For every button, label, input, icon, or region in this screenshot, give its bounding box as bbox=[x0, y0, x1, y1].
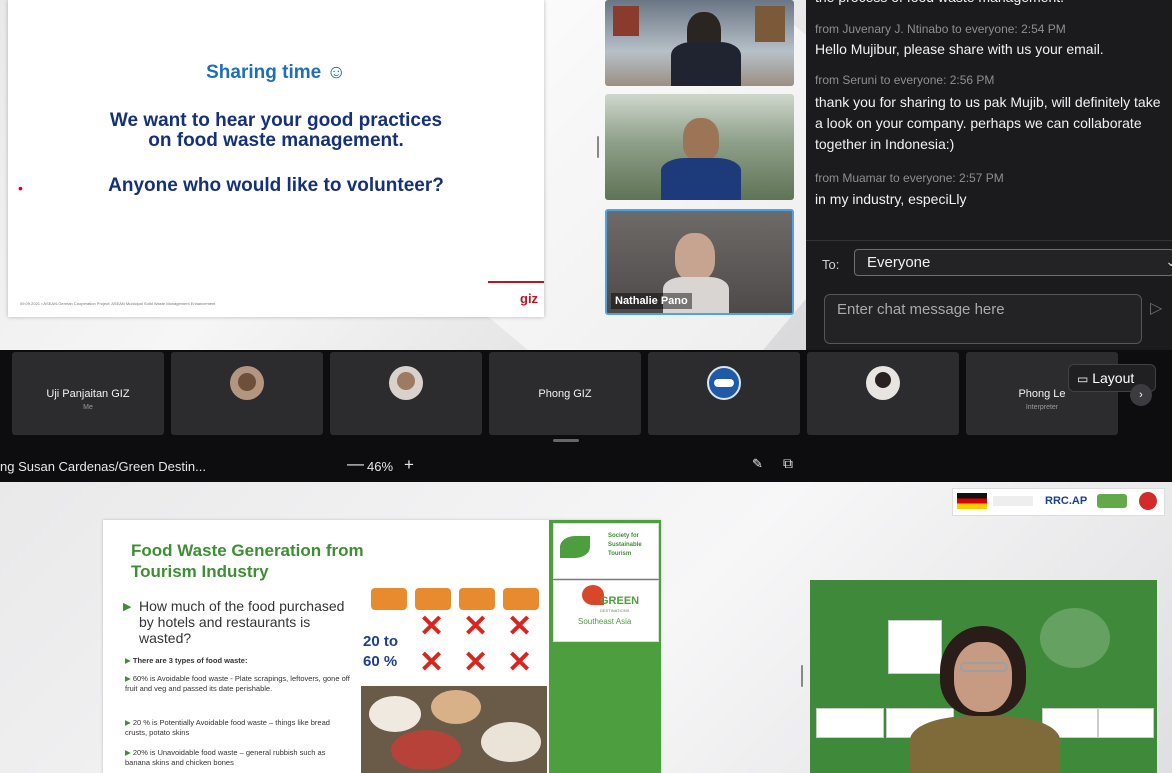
cross-icon: ✕ bbox=[463, 610, 489, 643]
chat-message-3: in my industry, especiLly bbox=[815, 191, 967, 207]
chat-message-partial: the process of food waste management. bbox=[815, 0, 1165, 8]
cross-icon: ✕ bbox=[463, 646, 489, 679]
slide-footer: 09.09.2021 • ASEAN-German Cooperation Pr… bbox=[20, 301, 216, 306]
participant-body bbox=[671, 42, 741, 86]
cross-icon: ✕ bbox=[419, 610, 445, 643]
cross-icon: ✕ bbox=[507, 646, 533, 679]
screen-options-icon[interactable]: ⧉ bbox=[783, 455, 793, 472]
green-destinations-logo: GREEN DESTINATIONS Southeast Asia bbox=[553, 580, 659, 642]
presenter-name: ng Susan Cardenas/Green Destin... bbox=[0, 459, 206, 474]
pct-line1: 20 to bbox=[363, 633, 399, 650]
video-tile-2[interactable] bbox=[605, 94, 794, 200]
slide-bullet-1: ▶ There are 3 types of food waste: bbox=[125, 656, 248, 665]
shared-slide-food-waste: Food Waste Generation from Tourism Indus… bbox=[103, 520, 661, 773]
shared-slide-sharing-time: Sharing time ☺ We want to hear your good… bbox=[8, 0, 544, 317]
participant-head bbox=[675, 233, 715, 281]
bullet-triangle-icon: ▶ bbox=[123, 601, 132, 613]
asean-logo bbox=[1139, 492, 1157, 510]
video-tile-1[interactable] bbox=[605, 0, 794, 86]
chat-meta-2: from Seruni to everyone: 2:56 PM bbox=[815, 73, 995, 87]
slide-bullet-3: ▶ 20 % is Potentially Avoidable food was… bbox=[125, 718, 330, 737]
chat-recipient-value: Everyone bbox=[867, 254, 931, 271]
chat-message-input[interactable]: Enter chat message here bbox=[824, 294, 1142, 344]
panel-splitter-bottom[interactable] bbox=[801, 665, 803, 687]
chat-message-1: Hello Mujibur, please share with us your… bbox=[815, 41, 1104, 57]
slide-text-line1: We want to hear your good practices bbox=[109, 110, 443, 131]
bullet-dot: • bbox=[18, 180, 23, 196]
logo-poster bbox=[816, 708, 884, 738]
chat-recipient-select[interactable]: Everyone ⌄ bbox=[854, 249, 1172, 276]
slide-bullet-4: ▶ 20% is Unavoidable food waste – genera… bbox=[125, 748, 326, 767]
participant-avatar bbox=[389, 366, 423, 400]
slide-bullet-2: ▶ 60% is Avoidable food waste - Plate sc… bbox=[125, 674, 350, 693]
waste-percentage: 20 to 60 % bbox=[363, 632, 398, 672]
participant-tile-2[interactable] bbox=[171, 352, 323, 435]
zoom-out-button[interactable]: — bbox=[347, 454, 364, 474]
presenter-video[interactable] bbox=[810, 580, 1157, 773]
slide-text-line2: on food waste management. bbox=[148, 130, 404, 151]
chat-panel: the process of food waste management. fr… bbox=[806, 0, 1172, 350]
participant-tile-1[interactable]: Uji Panjaitan GIZ Me bbox=[12, 352, 164, 435]
slide-question: How much of the food purchased by hotels… bbox=[139, 598, 345, 646]
logo-poster bbox=[888, 620, 942, 674]
chat-meta-1: from Juvenary J. Ntinabo to everyone: 2:… bbox=[815, 22, 1066, 36]
layout-icon: ▭ bbox=[1077, 372, 1089, 386]
zoom-in-button[interactable]: + bbox=[404, 455, 414, 475]
video-tile-3[interactable]: Nathalie Pano bbox=[605, 209, 794, 315]
chat-meta-3: from Muamar to everyone: 2:57 PM bbox=[815, 171, 1004, 185]
chevron-down-icon: ⌄ bbox=[1165, 253, 1172, 269]
presenter-face bbox=[954, 642, 1012, 712]
glasses-icon bbox=[960, 662, 1008, 672]
video-name-label: Nathalie Pano bbox=[611, 293, 692, 309]
food-box-icon bbox=[503, 588, 539, 610]
giz-logo-bar bbox=[488, 281, 544, 283]
slide-title: Sharing time ☺ bbox=[206, 62, 346, 83]
cross-icon: ✕ bbox=[507, 610, 533, 643]
food-box-icon bbox=[459, 588, 495, 610]
annotate-icon[interactable]: ✎ bbox=[752, 456, 763, 472]
partner-logo-strip: RRC.AP bbox=[952, 488, 1165, 516]
participant-tile-6[interactable] bbox=[807, 352, 959, 435]
sustainable-tourism-logo: Society for Sustainable Tourism bbox=[553, 523, 659, 579]
rrcap-logo: RRC.AP bbox=[1045, 495, 1088, 507]
participant-body bbox=[661, 158, 741, 200]
participant-tile-4[interactable]: Phong GIZ bbox=[489, 352, 641, 435]
participant-role: Interpreter bbox=[1025, 404, 1059, 411]
chat-divider bbox=[806, 240, 1172, 241]
pct-line2: 60 % bbox=[363, 653, 398, 670]
presenter-body bbox=[910, 716, 1060, 773]
food-photo bbox=[361, 686, 547, 773]
flag-icon bbox=[957, 493, 987, 509]
chat-to-label: To: bbox=[822, 257, 840, 272]
slide-text-line3: Anyone who would like to volunteer? bbox=[108, 175, 444, 196]
poster-right bbox=[755, 6, 785, 42]
logo-poster bbox=[1098, 708, 1154, 738]
layout-label: Layout bbox=[1092, 370, 1135, 386]
participant-avatar bbox=[230, 366, 264, 400]
participant-name: Uji Panjaitan GIZ bbox=[46, 388, 130, 400]
participant-avatar bbox=[707, 366, 741, 400]
send-icon[interactable]: ▷ bbox=[1150, 298, 1162, 318]
slide-title-line1: Food Waste Generation from bbox=[131, 541, 364, 560]
panel-splitter[interactable] bbox=[597, 136, 599, 158]
zoom-level: 46% bbox=[367, 459, 394, 474]
participant-role: Me bbox=[83, 404, 93, 411]
participant-tile-5[interactable] bbox=[648, 352, 800, 435]
food-box-icon bbox=[371, 588, 407, 610]
chat-message-2: thank you for sharing to us pak Mujib, w… bbox=[815, 94, 1161, 152]
cross-icon: ✕ bbox=[419, 646, 445, 679]
giz-logo: giz bbox=[520, 291, 539, 306]
participant-tile-3[interactable] bbox=[330, 352, 482, 435]
participant-avatar bbox=[866, 366, 900, 400]
green-destinations-banner bbox=[1040, 608, 1110, 668]
slide-title-line2: Tourism Industry bbox=[131, 562, 269, 581]
participant-name: Phong GIZ bbox=[538, 388, 592, 400]
poster-left bbox=[613, 6, 639, 36]
participant-head bbox=[683, 118, 719, 160]
food-box-icon bbox=[415, 588, 451, 610]
slide-title: Food Waste Generation from Tourism Indus… bbox=[131, 540, 364, 582]
green-logo bbox=[1097, 494, 1127, 508]
giz-logo-small bbox=[993, 496, 1033, 506]
chevron-right-icon[interactable]: › bbox=[1130, 384, 1152, 406]
